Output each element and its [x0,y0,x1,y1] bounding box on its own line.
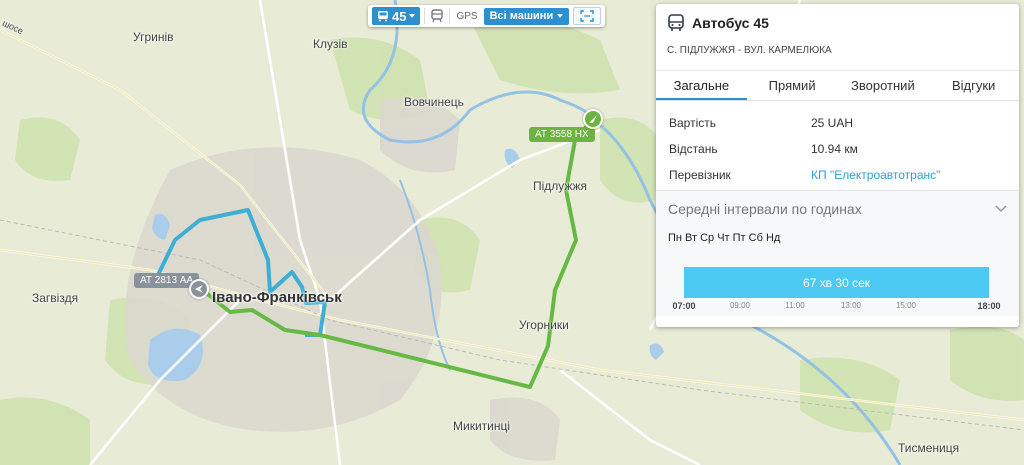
expand-icon [580,10,594,22]
place-label-city: Івано-Франківськ [212,289,342,306]
place-label: Підлужжя [533,179,587,193]
chevron-down-icon[interactable] [995,205,1007,213]
info-label: Відстань [669,142,718,156]
tab-forward[interactable]: Прямий [747,71,838,100]
axis-tick-end: 18:00 [977,301,1001,311]
chevron-down-icon [557,14,564,18]
intervals-section: Середні інтервали по годинах Пн Вт Ср Чт… [656,190,1019,316]
place-label: Клузів [313,37,348,51]
separator [449,8,451,24]
place-label: Тисмениця [898,441,960,455]
route-toolbar: 45 GPS Всі машини [368,5,606,27]
direction-arrow-icon [589,115,597,123]
direction-arrow-icon [195,285,203,293]
bus-icon [668,14,684,31]
bus-icon [378,11,388,22]
intervals-title: Середні інтервали по годинах [668,201,862,217]
axis-tick: 13:00 [840,301,862,310]
axis-tick: 11:00 [785,301,805,310]
info-row-price: Вартість 25 UAH [669,110,1009,136]
intervals-header[interactable]: Середні інтервали по годинах [656,191,1019,217]
vehicle-marker-icon[interactable] [189,279,209,299]
carrier-link[interactable]: КП "Електроавтотранс" [811,168,940,182]
panel-tabs: Загальне Прямий Зворотний Відгуки [656,70,1019,101]
info-row-distance: Відстань 10.94 км [669,136,1009,162]
gps-toggle[interactable]: GPS [454,11,479,22]
info-value: 10.94 км [811,142,858,156]
route-selector-button[interactable]: 45 [372,7,421,25]
axis-tick: 09:00 [729,301,751,310]
tab-general[interactable]: Загальне [656,71,747,100]
place-label: Вовчинець [404,95,464,109]
days-filter[interactable]: Пн Вт Ср Чт Пт Сб Нд [656,217,1019,244]
info-value: 25 UAH [811,116,854,130]
separator [424,8,426,24]
tab-reviews[interactable]: Відгуки [928,71,1019,100]
vehicles-select[interactable]: Всі машини [483,7,570,25]
fit-route-button[interactable] [573,7,602,25]
vehicles-select-value: Всі машини [489,9,554,22]
tab-backward[interactable]: Зворотний [838,71,929,100]
route-subtitle: С. ПІДЛУЖЖЯ - ВУЛ. КАРМЕЛЮКА [667,45,832,56]
place-label: Угринів [133,30,174,44]
info-label: Вартість [669,116,716,130]
route-title: Автобус 45 [692,15,769,31]
interval-bar-label: 67 хв 30 сек [803,275,870,290]
place-label: Угорники [519,318,569,332]
interval-bar: 67 хв 30 сек [684,267,989,298]
interval-axis: 07:00 09:00 11:00 13:00 15:00 18:00 [666,301,1011,317]
route-info-panel: Автобус 45 С. ПІДЛУЖЖЯ - ВУЛ. КАРМЕЛЮКА … [656,4,1019,327]
bus-stop-icon[interactable] [429,8,445,24]
axis-tick-start: 07:00 [672,301,696,311]
route-info-list: Вартість 25 UAH Відстань 10.94 км Переві… [669,110,1009,188]
vehicle-plate-label[interactable]: АТ 3558 НХ [529,127,595,142]
info-row-carrier: Перевізник КП "Електроавтотранс" [669,162,1009,188]
axis-tick: 15:00 [895,301,917,310]
place-label: Загвіздя [32,291,79,305]
info-label: Перевізник [669,168,731,182]
panel-header: Автобус 45 С. ПІДЛУЖЖЯ - ВУЛ. КАРМЕЛЮКА [656,4,1019,56]
chevron-down-icon [409,14,416,18]
place-label: Микитинці [453,419,511,433]
vehicle-marker-icon[interactable] [583,109,603,129]
route-number: 45 [392,8,407,24]
